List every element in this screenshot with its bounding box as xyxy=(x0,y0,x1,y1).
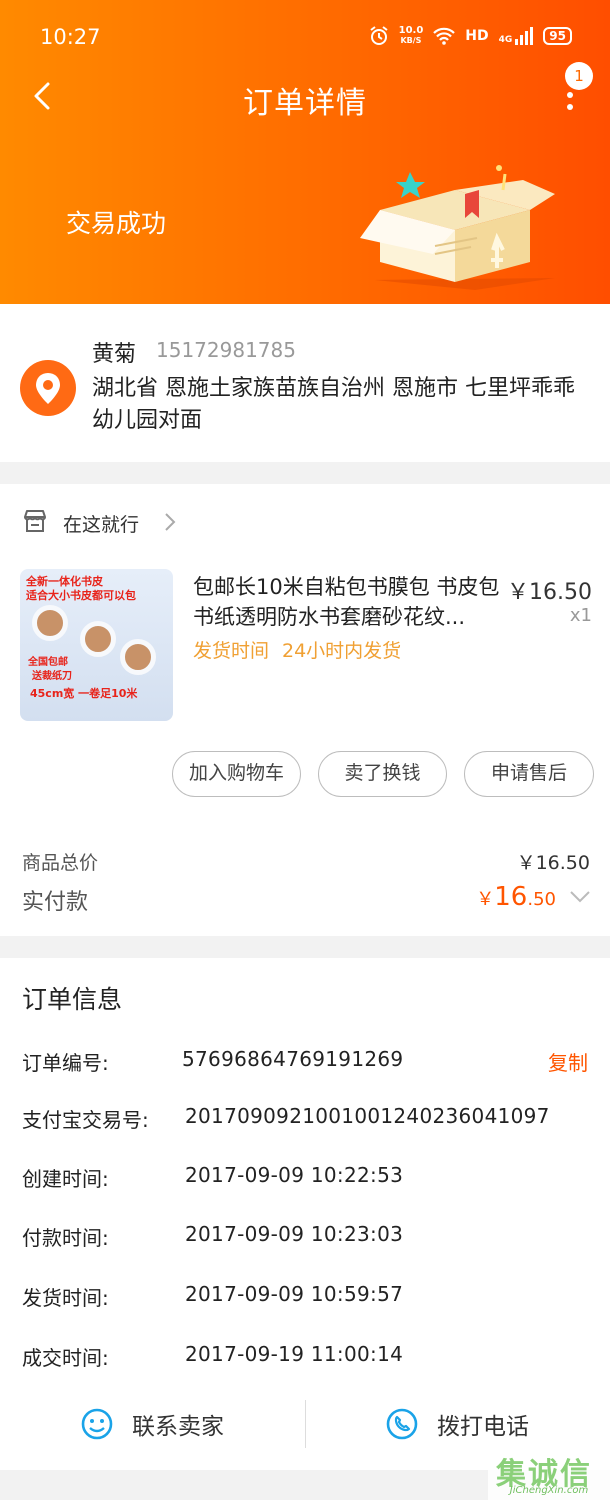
recipient-name: 黄菊 xyxy=(92,342,137,367)
chevron-down-icon[interactable] xyxy=(568,888,592,906)
product-title[interactable]: 包邮长10米自粘包书膜包 书皮包书纸透明防水书套磨砂花纹... xyxy=(193,572,503,632)
network-speed: 10.0 KB/S xyxy=(399,26,424,46)
wifi-icon xyxy=(433,27,456,45)
completed-time-value: 2017-09-19 11:00:14 xyxy=(185,1342,404,1366)
product-price: ￥16.50 xyxy=(507,580,592,605)
speed-value: 10.0 xyxy=(398,25,424,36)
thumb-caption: 送裁纸刀 xyxy=(32,671,72,682)
order-number-value: 57696864769191269 xyxy=(182,1047,404,1071)
currency-symbol: ￥ xyxy=(476,889,495,910)
phone-icon xyxy=(386,1408,418,1440)
recipient-phone: 15172981785 xyxy=(156,338,296,362)
watermark-url: JiChengXin.com xyxy=(509,1485,589,1496)
call-phone-label: 拨打电话 xyxy=(437,1414,529,1440)
package-box-illustration xyxy=(360,165,555,290)
resell-button[interactable]: 卖了换钱 xyxy=(318,751,447,797)
after-sale-button[interactable]: 申请售后 xyxy=(464,751,594,797)
trade-status: 交易成功 xyxy=(66,209,167,238)
add-to-cart-button[interactable]: 加入购物车 xyxy=(172,751,301,797)
thumb-caption: 全国包邮 xyxy=(28,657,68,668)
status-bar: 10:27 10.0 KB/S HD 4G 95 xyxy=(0,0,610,72)
signal-label: 4G xyxy=(498,35,513,45)
alipay-trade-value: 2017090921001001240236041097 xyxy=(185,1104,550,1128)
product-quantity: x1 xyxy=(569,605,592,626)
paid-time-value: 2017-09-09 10:23:03 xyxy=(185,1222,404,1246)
speed-unit: KB/S xyxy=(400,36,422,45)
paid-amount-value: ￥16.50 xyxy=(476,882,556,912)
order-number-label: 订单编号: xyxy=(22,1051,109,1075)
contact-seller-label: 联系卖家 xyxy=(132,1414,224,1440)
thumb-caption: 适合大小书皮都可以包 xyxy=(26,589,136,602)
thumb-caption: 45cm宽 一卷足10米 xyxy=(30,687,138,700)
goods-total-value: ￥16.50 xyxy=(516,852,590,874)
watermark-logo: 集诚信 JiChengXin.com xyxy=(488,1448,610,1500)
completed-time-label: 成交时间: xyxy=(22,1346,109,1370)
ship-time-value: 24小时内发货 xyxy=(282,640,402,662)
product-thumbnail[interactable]: 全新一体化书皮 适合大小书皮都可以包 全国包邮 送裁纸刀 45cm宽 一卷足10… xyxy=(20,569,173,721)
paper-roll-image xyxy=(80,621,116,657)
call-phone-button[interactable]: 拨打电话 xyxy=(385,1400,529,1448)
created-time-label: 创建时间: xyxy=(22,1167,109,1191)
shop-icon[interactable] xyxy=(22,508,48,534)
footer-divider xyxy=(305,1400,306,1448)
paper-roll-image xyxy=(32,605,68,641)
location-pin-icon xyxy=(20,360,76,416)
network-type: HD xyxy=(465,28,489,44)
paid-decimal: .50 xyxy=(527,889,556,910)
shipped-time-value: 2017-09-09 10:59:57 xyxy=(185,1282,404,1306)
copy-button[interactable]: 复制 xyxy=(548,1047,588,1076)
status-icons: 10.0 KB/S HD 4G 95 xyxy=(369,26,572,46)
shop-name[interactable]: 在这就行 xyxy=(63,510,139,537)
created-time-value: 2017-09-09 10:22:53 xyxy=(185,1163,404,1187)
order-header: 10:27 10.0 KB/S HD 4G 95 订单详情 1 交易成功 xyxy=(0,0,610,304)
order-info-title: 订单信息 xyxy=(22,985,123,1014)
contact-seller-button[interactable]: 联系卖家 xyxy=(80,1400,224,1448)
ship-time-label: 发货时间 xyxy=(193,640,270,662)
order-info-card xyxy=(0,958,610,1470)
shipping-address: 湖北省 恩施土家族苗族自治州 恩施市 七里坪乖乖幼儿园对面 xyxy=(92,376,575,433)
goods-total-label: 商品总价 xyxy=(22,852,99,874)
status-time: 10:27 xyxy=(40,25,101,49)
paid-integer: 16 xyxy=(494,882,528,912)
chevron-right-icon[interactable] xyxy=(162,510,178,534)
paper-roll-image xyxy=(120,639,156,675)
signal-icon: 4G xyxy=(499,27,534,45)
shipped-time-label: 发货时间: xyxy=(22,1286,109,1310)
paid-time-label: 付款时间: xyxy=(22,1226,109,1250)
paid-amount-label: 实付款 xyxy=(22,890,89,915)
page-title: 订单详情 xyxy=(243,86,367,121)
alarm-icon xyxy=(370,26,388,45)
battery-icon: 95 xyxy=(543,27,572,45)
alipay-trade-label: 支付宝交易号: xyxy=(22,1108,149,1132)
message-badge[interactable]: 1 xyxy=(565,62,593,90)
chat-face-icon xyxy=(81,1408,113,1440)
